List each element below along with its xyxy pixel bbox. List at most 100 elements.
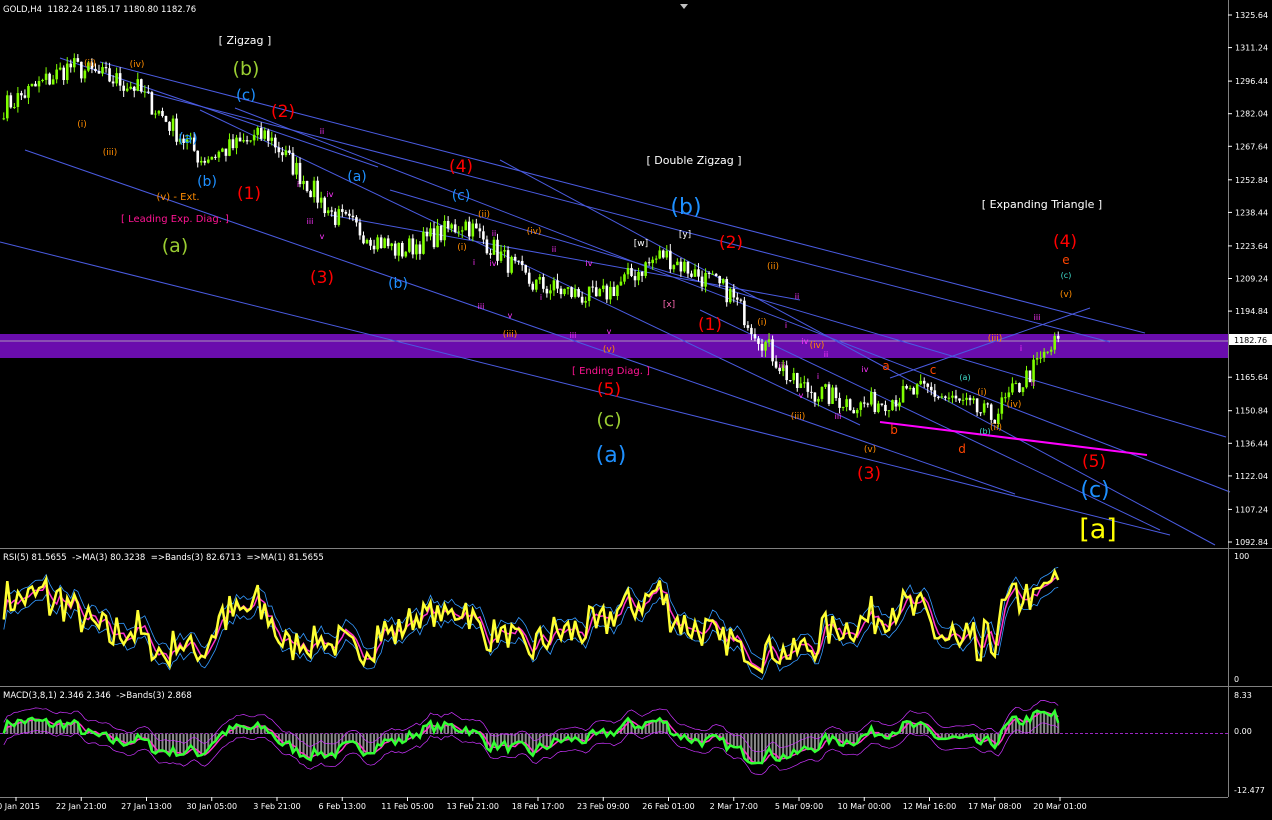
candle-body: [436, 225, 439, 248]
minor-wave-label: v: [508, 311, 513, 320]
wave-label: (iii): [103, 148, 118, 158]
candle-body: [1000, 397, 1004, 414]
candle-body: [203, 160, 207, 163]
candle-body: [658, 250, 662, 259]
time-tick-label: 11 Feb 05:00: [381, 802, 433, 811]
wave-label: (a): [347, 169, 367, 185]
time-tick-label: 23 Feb 09:00: [577, 802, 629, 811]
candle-body: [27, 86, 30, 98]
candle-body: [460, 230, 464, 232]
candle-body: [831, 387, 834, 404]
wave-label: (4): [1053, 232, 1077, 252]
time-tick-label: 17 Mar 08:00: [968, 802, 1021, 811]
minor-wave-label: i: [1020, 344, 1022, 353]
candle-body: [492, 239, 496, 255]
candle-body: [157, 110, 161, 114]
candle-body: [390, 243, 393, 247]
time-tick-label: 10 Mar 00:00: [838, 802, 891, 811]
candle-body: [443, 220, 446, 241]
candle-body: [115, 73, 118, 84]
candle-body: [633, 276, 637, 281]
candle-body: [866, 403, 870, 405]
rsi-lower-band: [3, 587, 1059, 681]
candle-body: [880, 403, 884, 405]
candle-body: [129, 86, 133, 89]
candle-body: [517, 260, 520, 262]
candle-body: [587, 286, 591, 301]
candle-body: [862, 402, 866, 404]
candle-body: [266, 130, 270, 141]
wave-label: a: [882, 359, 889, 373]
candle-body: [937, 396, 940, 398]
candle-body: [824, 384, 827, 387]
candle-body: [640, 272, 644, 276]
candle-body: [62, 67, 66, 81]
candle-body: [242, 140, 245, 142]
candle-body: [1021, 387, 1025, 393]
candle-body: [210, 156, 214, 160]
candle-body: [379, 237, 383, 249]
candle-body: [665, 250, 669, 258]
candle-body: [108, 68, 111, 82]
wave-label: (i): [77, 120, 87, 130]
candle-body: [623, 274, 626, 282]
candle-body: [905, 385, 908, 389]
candle-body: [51, 79, 55, 85]
wave-label: (v) - Ext.: [156, 192, 199, 203]
time-axis: 20 Jan 2015 22 Jan 21:00 27 Jan 13:00 30 Ja…: [0, 797, 1087, 811]
minor-wave-label: iii: [570, 331, 577, 340]
candle-body: [341, 209, 344, 212]
candle-body: [979, 412, 982, 414]
candle-body: [693, 269, 697, 277]
price-panel[interactable]: [ Zigzag ] (b) (c) (2) (a) (b) (1) (v) - Ext. [ …: [0, 0, 1231, 548]
candle-body: [147, 91, 150, 93]
candle-body: [894, 400, 898, 407]
candle-body: [954, 395, 958, 399]
candle-body: [700, 276, 704, 287]
price-tick-label: 1238.44: [1235, 208, 1268, 217]
candle-body: [457, 231, 461, 233]
wave-label: [ Double Zigzag ]: [646, 154, 741, 167]
minor-wave-label: v: [607, 327, 612, 336]
macd-axis-mid: 0.00: [1234, 727, 1252, 736]
wave-label: (v): [603, 345, 615, 355]
macd-axis-bottom: -12.477: [1234, 786, 1265, 795]
candle-body: [383, 238, 386, 249]
candle-body: [989, 404, 993, 420]
candle-body: [252, 134, 256, 141]
minor-wave-label: iii: [779, 361, 786, 370]
candle-body: [34, 83, 37, 87]
candle-body: [803, 382, 806, 384]
candle-body: [372, 245, 376, 250]
price-tick-label: 1150.84: [1235, 407, 1268, 416]
candle-body: [721, 279, 725, 284]
minor-wave-label: iii: [1034, 313, 1041, 322]
candle-body: [13, 107, 16, 109]
candle-body: [393, 243, 397, 256]
candle-body: [975, 398, 979, 413]
candle-body: [302, 180, 305, 185]
wave-label: [ Zigzag ]: [219, 34, 272, 47]
candle-body: [598, 289, 602, 297]
candle-body: [207, 159, 210, 163]
price-tick-label: 1136.44: [1235, 439, 1268, 448]
candle-body: [76, 58, 80, 62]
candle-body: [563, 288, 566, 295]
candle-body: [820, 386, 824, 399]
candle-body: [249, 140, 252, 142]
wave-label: b: [890, 423, 898, 437]
wave-label: (ii): [990, 423, 1002, 433]
macd-panel[interactable]: [0, 700, 1228, 775]
candle-body: [446, 220, 450, 229]
rsi-panel[interactable]: [2, 567, 1060, 681]
candle-body: [478, 228, 482, 232]
wave-label: (c): [596, 409, 621, 431]
candle-body: [728, 288, 732, 303]
candle-body: [1014, 383, 1018, 385]
candle-body: [467, 221, 471, 237]
candle-body: [199, 160, 203, 163]
wave-label: (v): [864, 445, 876, 455]
candle-body: [256, 127, 259, 135]
candle-body: [439, 225, 443, 241]
candle-body: [83, 70, 87, 79]
